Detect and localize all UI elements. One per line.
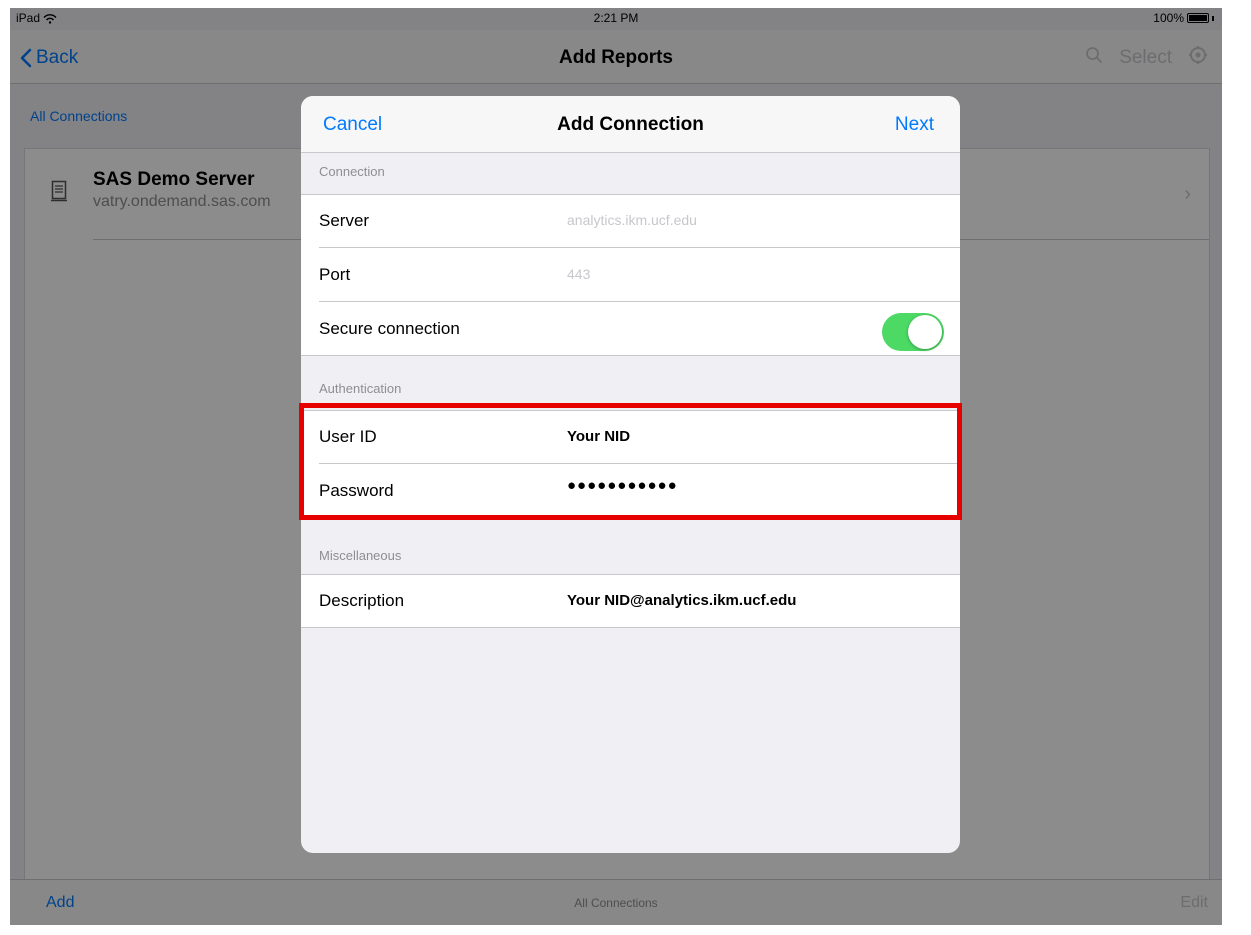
port-row[interactable]: Port 443 (301, 248, 960, 302)
section-header-connection: Connection (319, 164, 385, 179)
description-field[interactable]: Your NID@analytics.ikm.ucf.edu (567, 592, 796, 609)
row-divider (301, 355, 960, 356)
user-id-field[interactable]: Your NID (567, 428, 630, 445)
password-field[interactable]: ●●●●●●●●●●● (567, 477, 678, 494)
row-divider (301, 574, 960, 575)
section-header-authentication: Authentication (319, 381, 402, 396)
row-divider (301, 627, 960, 628)
secure-connection-row: Secure connection (301, 302, 960, 356)
section-header-miscellaneous: Miscellaneous (319, 548, 402, 563)
password-label: Password (319, 481, 394, 500)
toggle-knob (908, 315, 942, 349)
server-input[interactable]: analytics.ikm.ucf.edu (567, 212, 697, 228)
description-label: Description (319, 591, 405, 610)
user-id-label: User ID (319, 427, 377, 446)
port-label: Port (319, 265, 351, 284)
user-id-row[interactable]: User ID Your NID (301, 410, 960, 464)
dialog-header: Cancel Add Connection Next (301, 96, 960, 153)
secure-connection-label: Secure connection (319, 319, 460, 338)
add-connection-dialog: Cancel Add Connection Next Connection Se… (301, 96, 960, 853)
port-input[interactable]: 443 (567, 266, 590, 282)
row-divider (301, 194, 960, 195)
description-row[interactable]: Description Your NID@analytics.ikm.ucf.e… (301, 574, 960, 628)
server-row[interactable]: Server analytics.ikm.ucf.edu (301, 194, 960, 248)
row-divider (301, 410, 960, 411)
secure-connection-toggle[interactable] (882, 313, 944, 351)
password-row[interactable]: Password ●●●●●●●●●●● (301, 464, 960, 518)
server-label: Server (319, 211, 370, 230)
next-button[interactable]: Next (895, 114, 934, 136)
row-divider (301, 517, 960, 518)
dialog-title: Add Connection (557, 114, 704, 135)
